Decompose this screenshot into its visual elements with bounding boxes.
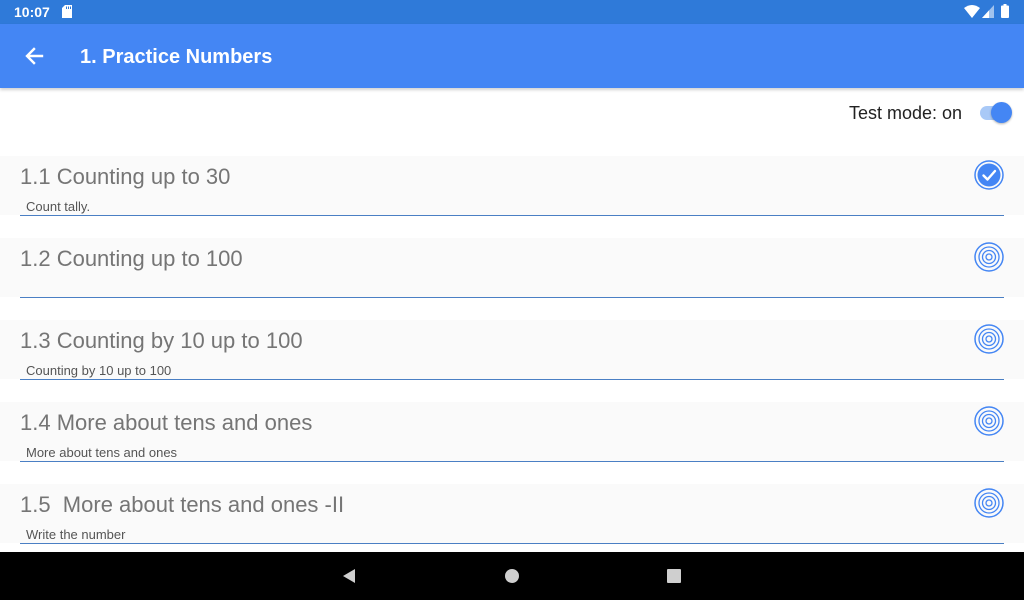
status-bar: 10:07 [0, 0, 1024, 24]
lesson-content: Test mode: on 1.1 Counting up to 30 Coun… [0, 88, 1024, 552]
lesson-item[interactable]: 1.2 Counting up to 100 [0, 238, 1024, 320]
divider [20, 215, 1004, 216]
nav-back-button[interactable] [337, 564, 361, 588]
status-time: 10:07 [14, 4, 50, 20]
lesson-list: 1.1 Counting up to 30 Count tally. 1.2 C… [0, 156, 1024, 552]
check-circle-icon [974, 160, 1004, 190]
square-recents-icon [667, 569, 681, 583]
lesson-subtitle: Count tally. [26, 199, 91, 214]
navigation-bar [0, 552, 1024, 600]
screen: 10:07 1. Practice Numbers Test mode: on … [0, 0, 1024, 600]
battery-icon [1001, 4, 1009, 18]
test-mode-label: Test mode: on [848, 103, 962, 123]
lesson-title: 1.2 Counting up to 100 [20, 246, 243, 271]
nav-recents-button[interactable] [662, 564, 686, 588]
target-icon [974, 406, 1004, 436]
lesson-title: 1.1 Counting up to 30 [20, 164, 231, 189]
lesson-title: 1.3 Counting by 10 up to 100 [20, 328, 303, 353]
toggle-thumb [991, 102, 1012, 123]
divider [20, 379, 1004, 380]
lesson-subtitle: Counting by 10 up to 100 [26, 363, 172, 378]
target-icon [974, 242, 1004, 272]
lesson-subtitle: More about tens and ones [26, 445, 178, 460]
divider [20, 297, 1004, 298]
signal-icon [982, 5, 994, 18]
lesson-subtitle: Write the number [26, 527, 126, 542]
target-icon [974, 488, 1004, 518]
back-button[interactable] [14, 36, 54, 76]
arrow-back-icon [25, 47, 44, 65]
lesson-title: 1.5 More about tens and ones -II [20, 492, 345, 517]
lesson-item[interactable]: 1.4 More about tens and ones More about … [0, 402, 1024, 484]
lesson-title: 1.4 More about tens and ones [20, 410, 313, 435]
app-bar: 1. Practice Numbers [0, 24, 1024, 88]
triangle-back-icon [343, 569, 355, 583]
test-mode-toggle[interactable] [980, 102, 1012, 123]
lesson-item[interactable]: 1.3 Counting by 10 up to 100 Counting by… [0, 320, 1024, 402]
sd-card-icon [62, 5, 72, 18]
nav-home-button[interactable] [500, 564, 524, 588]
target-icon [974, 324, 1004, 354]
page-title: 1. Practice Numbers [80, 46, 273, 68]
lesson-item[interactable]: 1.1 Counting up to 30 Count tally. [0, 156, 1024, 238]
circle-home-icon [505, 569, 519, 583]
divider [20, 543, 1004, 544]
test-mode-row: Test mode: on [0, 88, 1024, 138]
wifi-icon [964, 5, 980, 18]
lesson-item[interactable]: 1.5 More about tens and ones -II Write t… [0, 484, 1024, 552]
divider [20, 461, 1004, 462]
